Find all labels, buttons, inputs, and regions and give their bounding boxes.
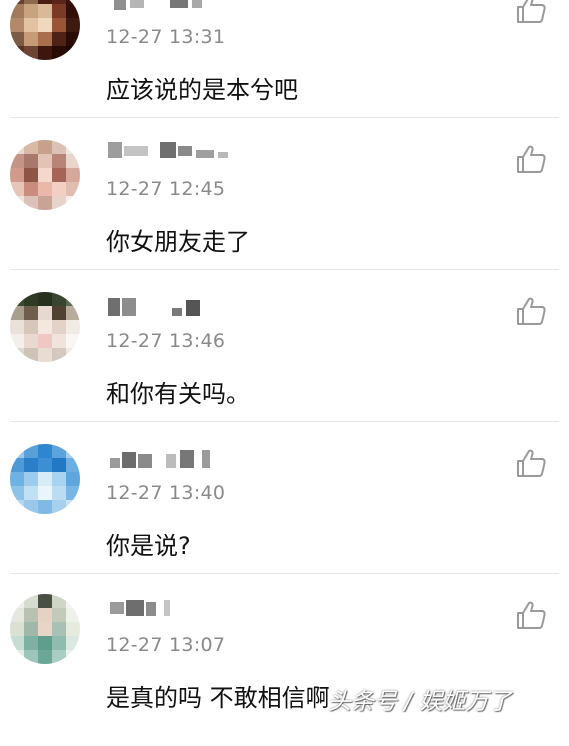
avatar[interactable] (10, 0, 80, 60)
username-blurred[interactable] (106, 0, 246, 16)
comment-text: 是真的吗 不敢相信啊 (106, 684, 330, 712)
thumbs-up-icon[interactable] (515, 0, 547, 24)
comment-item: 12-27 13:31 应该说的是本兮吧 (0, 0, 569, 142)
divider (10, 421, 559, 422)
username-blurred[interactable] (106, 598, 246, 620)
comment-text: 应该说的是本兮吧 (106, 76, 298, 104)
username-blurred[interactable] (106, 140, 246, 162)
avatar[interactable] (10, 140, 80, 210)
comment-text: 你是说? (106, 532, 191, 560)
thumbs-up-icon[interactable] (515, 296, 547, 326)
thumbs-up-icon[interactable] (515, 600, 547, 630)
comment-time: 12-27 13:31 (106, 26, 226, 48)
watermark: 头条号 / 娱姬万了 (328, 689, 512, 715)
avatar[interactable] (10, 292, 80, 362)
comment-time: 12-27 13:07 (106, 634, 226, 656)
avatar[interactable] (10, 594, 80, 664)
comment-text: 和你有关吗。 (106, 380, 250, 408)
username-blurred[interactable] (106, 296, 246, 318)
comment-time: 12-27 13:40 (106, 482, 226, 504)
divider (10, 269, 559, 270)
comment-time: 12-27 12:45 (106, 178, 226, 200)
comment-text: 你女朋友走了 (106, 228, 250, 256)
comment-list: 12-27 13:31 应该说的是本兮吧 12-27 12:45 你女朋友走了 (0, 0, 569, 722)
username-blurred[interactable] (106, 448, 246, 470)
avatar[interactable] (10, 444, 80, 514)
divider (10, 573, 559, 574)
thumbs-up-icon[interactable] (515, 144, 547, 174)
divider (10, 117, 559, 118)
comment-item: 12-27 13:07 是真的吗 不敢相信啊 (0, 594, 569, 746)
comment-time: 12-27 13:46 (106, 330, 226, 352)
thumbs-up-icon[interactable] (515, 448, 547, 478)
